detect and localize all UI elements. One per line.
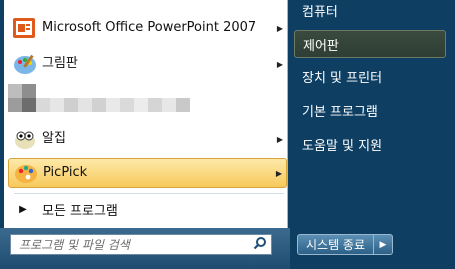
right-item-control-panel[interactable]: 제어판 [294, 30, 446, 58]
all-programs-button[interactable]: ▶ 모든 프로그램 [10, 197, 280, 221]
program-item-powerpoint[interactable]: Microsoft Office PowerPoint 2007 ▶ [8, 8, 287, 48]
shutdown-button[interactable]: 시스템 종료 [297, 234, 375, 255]
picpick-icon [9, 158, 43, 188]
program-item-alzip[interactable]: 알집 ▶ [8, 124, 287, 154]
paint-icon [8, 49, 42, 79]
program-label: PicPick [43, 165, 88, 180]
expand-arrow-icon: ▶ [19, 203, 27, 215]
shutdown-group: 시스템 종료 ▶ [297, 234, 394, 255]
right-item-default-programs[interactable]: 기본 프로그램 [294, 96, 446, 124]
submenu-arrow-icon: ▶ [276, 134, 284, 144]
search-input[interactable]: 프로그램 및 파일 검색 [11, 236, 249, 253]
chevron-right-icon[interactable]: ▶ [374, 234, 394, 255]
search-icon[interactable] [249, 235, 271, 254]
program-label: 알집 [42, 131, 66, 146]
right-pane: 컴퓨터 제어판 장치 및 프린터 기본 프로그램 도움말 및 지원 시스템 종료… [290, 0, 455, 269]
program-item-picpick[interactable]: PicPick ▶ [8, 158, 287, 188]
submenu-arrow-icon: ▶ [276, 23, 284, 33]
alzip-icon [8, 124, 42, 154]
program-label: Microsoft Office PowerPoint 2007 [42, 20, 257, 35]
search-box[interactable]: 프로그램 및 파일 검색 [10, 234, 272, 255]
programs-pane: Microsoft Office PowerPoint 2007 ▶ 그림판 ▶ [4, 0, 288, 228]
right-item-computer[interactable]: 컴퓨터 [294, 0, 446, 24]
submenu-arrow-icon: ▶ [276, 59, 284, 69]
divider [14, 193, 284, 194]
submenu-arrow-icon: ▶ [275, 168, 283, 178]
start-menu: Microsoft Office PowerPoint 2007 ▶ 그림판 ▶ [0, 0, 455, 269]
program-label: 그림판 [42, 56, 78, 71]
all-programs-label: 모든 프로그램 [42, 203, 118, 219]
powerpoint-icon [8, 13, 42, 43]
right-item-help-support[interactable]: 도움말 및 지원 [294, 130, 446, 158]
blurred-program-item [8, 84, 208, 118]
right-item-devices-printers[interactable]: 장치 및 프린터 [294, 62, 446, 90]
program-item-paint[interactable]: 그림판 ▶ [8, 50, 287, 78]
